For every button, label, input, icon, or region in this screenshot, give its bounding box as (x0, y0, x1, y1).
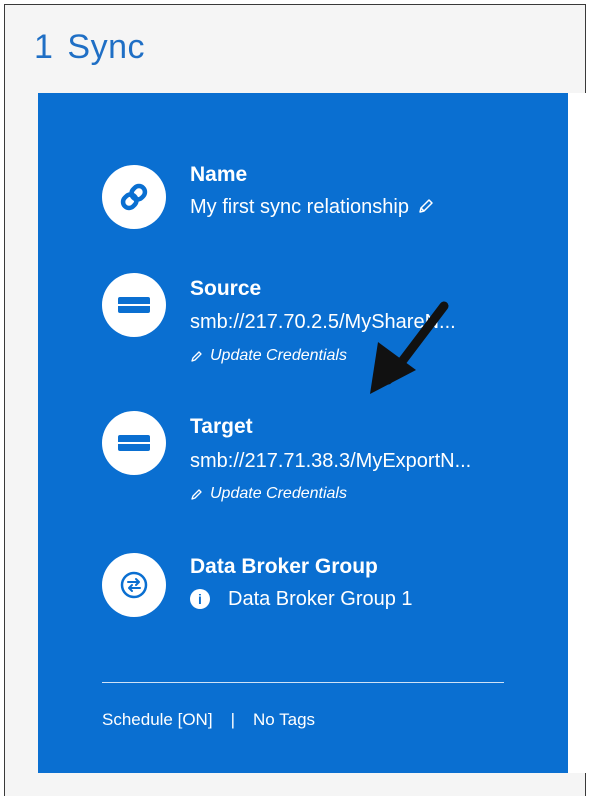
name-label: Name (190, 163, 248, 186)
pencil-icon (190, 349, 204, 363)
data-broker-sync-icon (102, 553, 166, 617)
sync-relationship-card[interactable]: Name My first sync relationship Source s… (38, 93, 568, 773)
data-broker-group-name: Data Broker Group 1 (228, 588, 413, 610)
card-right-edge (568, 93, 586, 773)
target-storage-icon (102, 411, 166, 475)
target-path: smb://217.71.38.3/MyExportN... (190, 450, 472, 472)
footer-separator: | (230, 710, 235, 729)
sync-title: Sync (67, 28, 146, 66)
name-text: My first sync relationship (190, 196, 409, 218)
source-update-credentials-link[interactable]: Update Credentials (190, 347, 347, 365)
data-broker-value: i Data Broker Group 1 (190, 588, 413, 611)
name-value[interactable]: My first sync relationship (190, 196, 435, 221)
page-title: 1 Sync (34, 28, 145, 67)
target-update-credentials-link[interactable]: Update Credentials (190, 485, 347, 503)
info-icon[interactable]: i (190, 589, 210, 609)
annotation-arrow-icon (370, 301, 449, 394)
link-icon (102, 165, 166, 229)
schedule-status[interactable]: Schedule [ON] (102, 710, 213, 729)
target-label: Target (190, 415, 253, 438)
sync-number: 1 (34, 28, 54, 66)
data-broker-label: Data Broker Group (190, 555, 378, 578)
source-storage-icon (102, 273, 166, 337)
source-update-credentials-label: Update Credentials (210, 347, 347, 364)
target-update-credentials-label: Update Credentials (210, 485, 347, 502)
divider (102, 682, 504, 683)
source-label: Source (190, 277, 262, 300)
card-footer: Schedule [ON] | No Tags (102, 710, 315, 730)
pencil-icon (190, 487, 204, 501)
edit-name-icon[interactable] (417, 197, 435, 221)
tags-status[interactable]: No Tags (253, 710, 315, 729)
